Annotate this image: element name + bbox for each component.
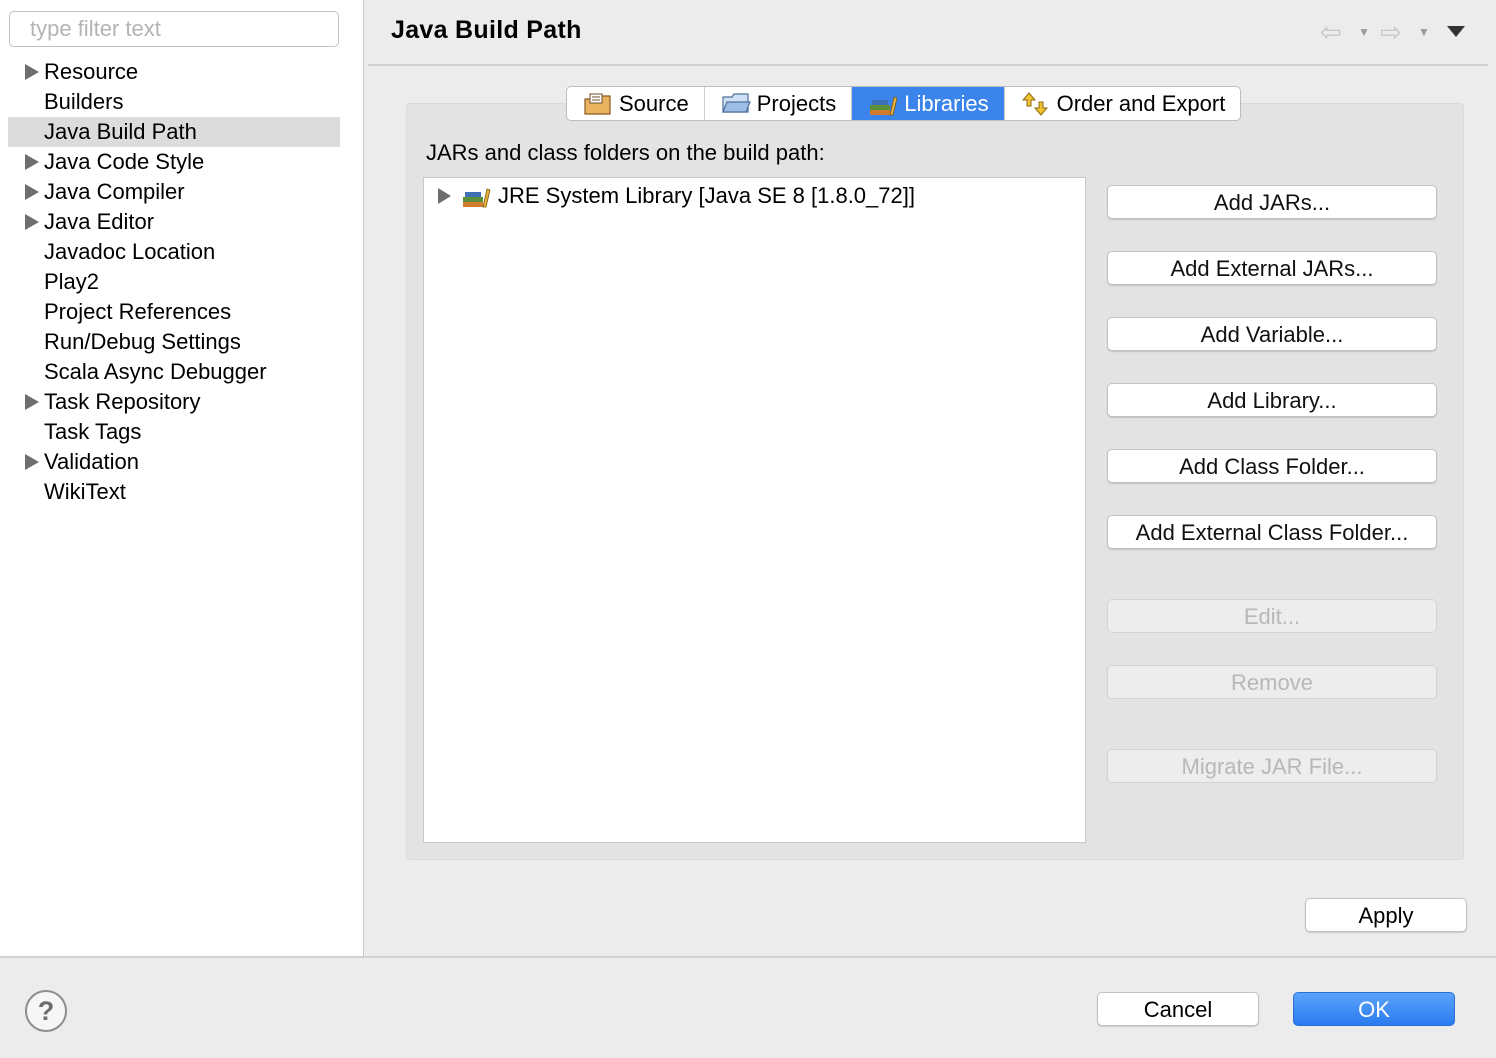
projects-folder-icon	[721, 92, 751, 113]
chevron-down-icon[interactable]: ▼	[1418, 18, 1430, 46]
tree-item-label: WikiText	[44, 479, 126, 504]
tab-libraries[interactable]: Libraries	[852, 87, 1005, 120]
expand-arrow-icon[interactable]	[25, 394, 39, 410]
expand-arrow-icon[interactable]	[25, 214, 39, 230]
tree-item-label: Task Tags	[44, 419, 142, 444]
tree-item-java-build-path[interactable]: Java Build Path	[8, 117, 340, 147]
expand-arrow-icon[interactable]	[25, 64, 39, 80]
add-variable-button[interactable]: Add Variable...	[1107, 317, 1437, 351]
tree-item-label: Play2	[44, 269, 100, 294]
tree-item-label: Java Compiler	[44, 179, 185, 204]
tree-item-scala-async-debugger[interactable]: Scala Async Debugger	[0, 357, 364, 387]
tree-item-wikitext[interactable]: WikiText	[0, 477, 364, 507]
add-external-class-folder-button[interactable]: Add External Class Folder...	[1107, 515, 1437, 549]
add-library-button[interactable]: Add Library...	[1107, 383, 1437, 417]
tree-item-label: Run/Debug Settings	[44, 329, 241, 354]
tree-item-label: Builders	[44, 89, 124, 114]
ok-button[interactable]: OK	[1293, 992, 1455, 1026]
library-entry[interactable]: JRE System Library [Java SE 8 [1.8.0_72]…	[438, 181, 915, 211]
libraries-icon	[870, 95, 898, 115]
tree-item-task-tags[interactable]: Task Tags	[0, 417, 364, 447]
page-title: Java Build Path	[391, 16, 582, 44]
add-external-jars-button[interactable]: Add External JARs...	[1107, 251, 1437, 285]
library-icon	[463, 188, 491, 208]
filter-input[interactable]	[9, 11, 339, 47]
tree-item-label: Scala Async Debugger	[44, 359, 267, 384]
libraries-list-label: JARs and class folders on the build path…	[426, 140, 825, 165]
migrate-jar-button[interactable]: Migrate JAR File...	[1107, 749, 1437, 783]
tree-item-run-debug-settings[interactable]: Run/Debug Settings	[0, 327, 364, 357]
tree-item-java-editor[interactable]: Java Editor	[0, 207, 364, 237]
order-export-icon	[1021, 91, 1048, 116]
tree-item-label: Javadoc Location	[44, 239, 216, 264]
tree-item-label: Resource	[44, 59, 139, 84]
dialog-button-bar: ? Cancel OK	[0, 956, 1496, 1058]
tree-item-label: Validation	[44, 449, 139, 474]
add-class-folder-button[interactable]: Add Class Folder...	[1107, 449, 1437, 483]
source-folder-icon	[584, 93, 611, 115]
tab-projects[interactable]: Projects	[705, 87, 853, 120]
chevron-down-icon[interactable]: ▼	[1358, 18, 1370, 46]
preferences-sidebar: Resource Builders Java Build Path Java C…	[0, 0, 364, 956]
forward-arrow-icon[interactable]: ⇨ ▼	[1380, 18, 1430, 46]
edit-button[interactable]: Edit...	[1107, 599, 1437, 633]
expand-arrow-icon[interactable]	[438, 188, 451, 204]
tab-source[interactable]: Source	[567, 87, 705, 120]
back-arrow-icon[interactable]: ⇦ ▼	[1320, 18, 1370, 46]
properties-page: Java Build Path ⇦▼ ⇨▼ Source Projects	[368, 0, 1496, 956]
expand-arrow-icon[interactable]	[25, 454, 39, 470]
tree-item-project-references[interactable]: Project References	[0, 297, 364, 327]
tab-bar: Source Projects Libraries Order and Expo…	[566, 86, 1242, 121]
tree-item-builders[interactable]: Builders	[0, 87, 364, 117]
tree-item-play2[interactable]: Play2	[0, 267, 364, 297]
tree-item-label: Java Code Style	[44, 149, 205, 174]
tab-order-and-export[interactable]: Order and Export	[1005, 87, 1241, 120]
page-header: Java Build Path ⇦ ▼ ⇨ ▼	[368, 0, 1488, 66]
tab-label: Libraries	[904, 91, 989, 116]
tree-item-validation[interactable]: Validation	[0, 447, 364, 477]
tree-item-label: Java Editor	[44, 209, 155, 234]
cancel-button[interactable]: Cancel	[1097, 992, 1259, 1026]
library-entry-label: JRE System Library [Java SE 8 [1.8.0_72]…	[498, 183, 915, 208]
remove-button[interactable]: Remove	[1107, 665, 1437, 699]
tree-item-task-repository[interactable]: Task Repository	[0, 387, 364, 417]
apply-button[interactable]: Apply	[1305, 898, 1467, 932]
tree-item-label: Project References	[44, 299, 232, 324]
help-icon[interactable]: ?	[25, 990, 67, 1032]
add-jars-button[interactable]: Add JARs...	[1107, 185, 1437, 219]
tree-item-java-code-style[interactable]: Java Code Style	[0, 147, 364, 177]
tab-label: Order and Export	[1056, 91, 1226, 116]
view-menu-icon[interactable]	[1447, 26, 1465, 37]
tree-item-java-compiler[interactable]: Java Compiler	[0, 177, 364, 207]
tree-item-label: Task Repository	[44, 389, 201, 414]
libraries-tree[interactable]: JRE System Library [Java SE 8 [1.8.0_72]…	[423, 177, 1086, 843]
tree-item-javadoc-location[interactable]: Javadoc Location	[0, 237, 364, 267]
tab-label: Projects	[756, 91, 837, 116]
expand-arrow-icon[interactable]	[25, 154, 39, 170]
tree-item-resource[interactable]: Resource	[0, 57, 364, 87]
tab-label: Source	[619, 91, 689, 116]
preferences-tree: Resource Builders Java Build Path Java C…	[0, 57, 364, 507]
expand-arrow-icon[interactable]	[25, 184, 39, 200]
tree-item-label: Java Build Path	[44, 119, 197, 144]
